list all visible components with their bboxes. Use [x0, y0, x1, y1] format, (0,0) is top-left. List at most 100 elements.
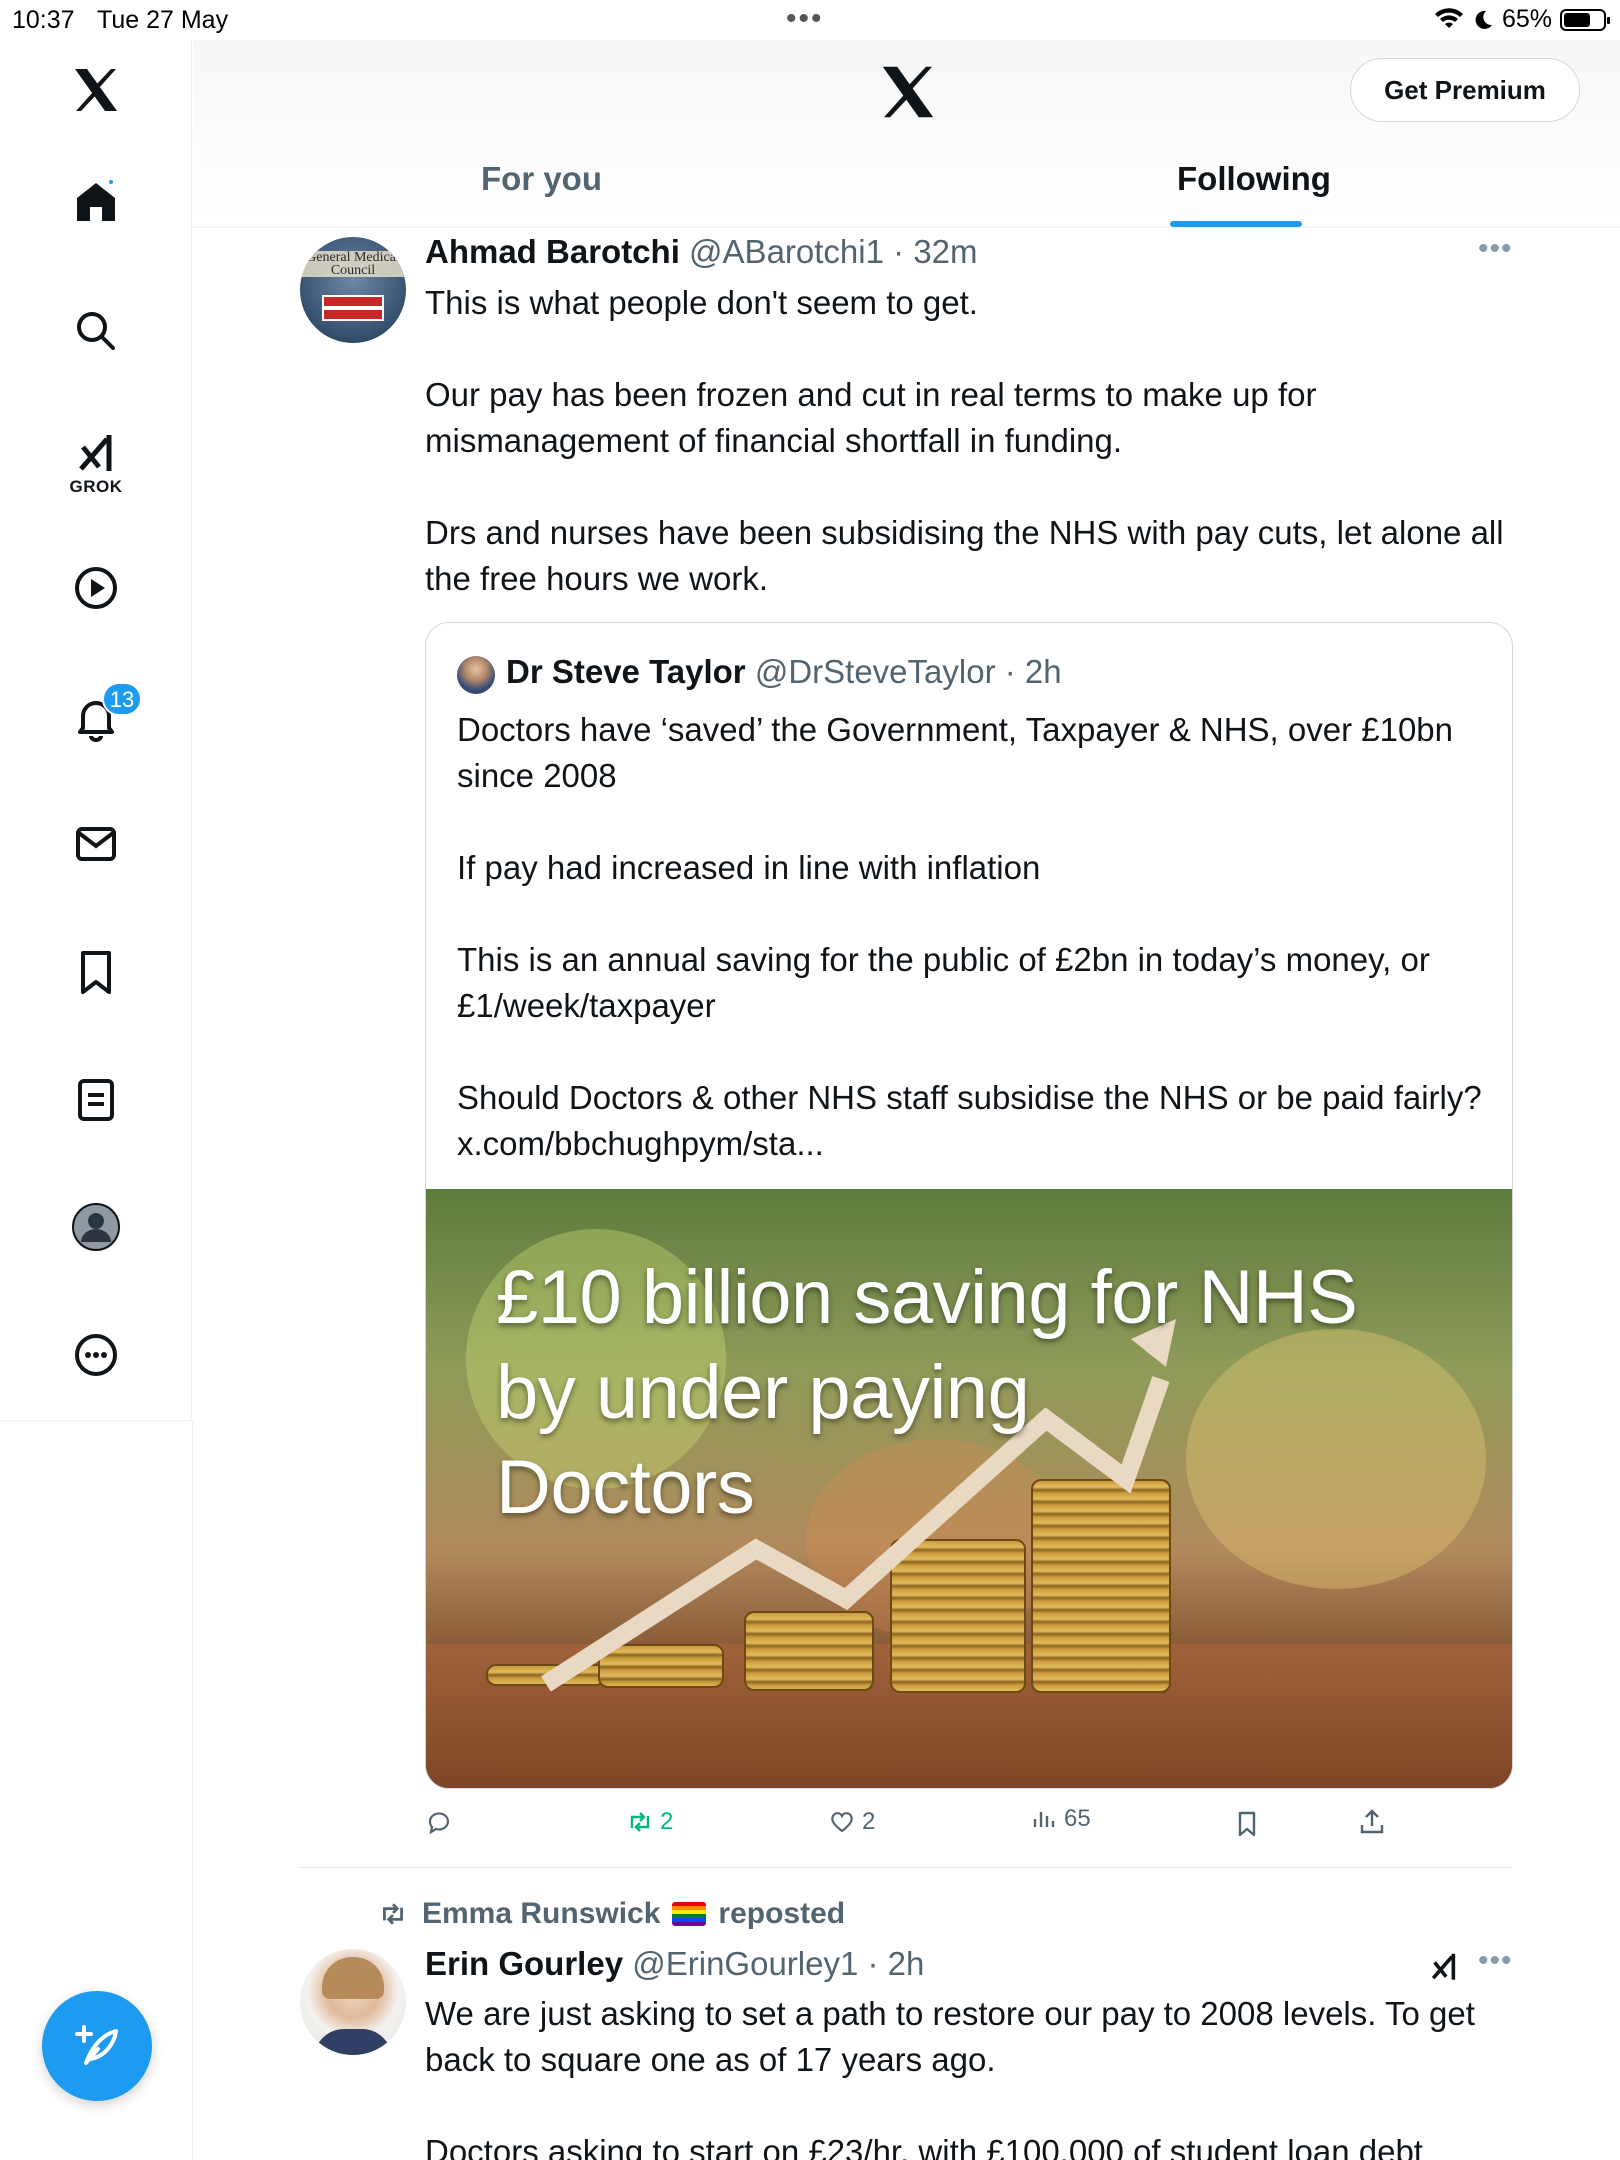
tweet-text: This is what people don't seem to get. O… [425, 280, 1505, 602]
compose-post-button[interactable] [42, 1991, 152, 2101]
tweet-time[interactable]: 2h [888, 1945, 925, 1982]
quoted-tweet-image[interactable]: £10 billion saving for NHS by under payi… [426, 1189, 1512, 1788]
quoted-tweet-card[interactable]: Dr Steve Taylor @DrSteveTaylor · 2h Doct… [425, 622, 1513, 1789]
meta-separator: · [883, 233, 914, 270]
author-name[interactable]: Erin Gourley [425, 1945, 623, 1982]
repost-label: reposted [718, 1897, 846, 1930]
author-handle[interactable]: @ABarotchi1 [689, 233, 884, 270]
like-count: 2 [862, 1808, 876, 1835]
tweet-meta: Ahmad Barotchi @ABarotchi1 · 32m [425, 233, 978, 271]
x-logo-svg [75, 69, 117, 111]
quoted-author-handle[interactable]: @DrSteveTaylor [755, 653, 996, 690]
nav-home[interactable] [56, 162, 136, 242]
author-avatar[interactable]: General Medical Council [300, 237, 406, 343]
author-handle[interactable]: @ErinGourley1 [632, 1945, 858, 1982]
avatar-sign [322, 295, 384, 321]
nav-explore[interactable] [56, 291, 136, 371]
wifi-icon [1434, 7, 1463, 28]
quoted-tweet-time[interactable]: 2h [1025, 653, 1062, 690]
like-button[interactable]: 2 [828, 1808, 875, 1836]
nav-bookmarks[interactable] [56, 932, 136, 1012]
bookmark-button[interactable] [1233, 1810, 1261, 1838]
tweet-divider [300, 1867, 1513, 1868]
author-name[interactable]: Ahmad Barotchi [425, 233, 680, 270]
tweet-time[interactable]: 32m [913, 233, 977, 270]
tweet-text: We are just asking to set a path to rest… [425, 1991, 1515, 2160]
reply-button[interactable] [425, 1808, 459, 1836]
tweet-paragraph: Our pay has been frozen and cut in real … [425, 376, 1317, 459]
views-chart-icon [1033, 1812, 1055, 1827]
sidebar-border [192, 1420, 193, 2160]
avatar-logo-text: General Medical Council [300, 251, 406, 278]
quoted-author-avatar[interactable] [457, 656, 495, 694]
status-right: 65% [1434, 5, 1610, 34]
author-avatar[interactable] [300, 1949, 406, 2055]
quoted-paragraph: Doctors have ‘saved’ the Government, Tax… [457, 711, 1454, 794]
active-tab-indicator [1170, 221, 1302, 227]
tweet-paragraph: Doctors asking to start on £23/hr, with … [425, 2133, 1423, 2160]
get-premium-button[interactable]: Get Premium [1350, 58, 1580, 122]
repost-icon [630, 1812, 650, 1832]
nav-more[interactable] [56, 1315, 136, 1395]
status-date: Tue 27 May [97, 6, 229, 34]
tweet-meta: Erin Gourley @ErinGourley1 · 2h [425, 1945, 924, 1983]
multitasking-dots-icon[interactable]: ••• [786, 2, 824, 36]
reply-icon [428, 1812, 450, 1835]
tab-for-you[interactable]: For you [481, 160, 602, 198]
meta-separator: · [858, 1945, 888, 1982]
quoted-paragraph: Should Doctors & other NHS staff subsidi… [457, 1079, 1482, 1162]
battery-icon [1560, 8, 1610, 31]
views-button[interactable]: 65 [1030, 1805, 1091, 1833]
nav-messages[interactable] [56, 804, 136, 884]
tweet-paragraph: We are just asking to set a path to rest… [425, 1995, 1475, 2078]
quoted-paragraph: This is an annual saving for the public … [457, 941, 1430, 1024]
repost-count: 2 [660, 1808, 674, 1835]
search-icon [77, 312, 115, 350]
share-icon [1360, 1809, 1384, 1834]
avatar-shirt [314, 2029, 392, 2055]
x-logo-icon[interactable] [878, 62, 938, 122]
image-caption-line: Doctors [496, 1445, 755, 1530]
more-options-icon[interactable]: ••• [1478, 232, 1513, 266]
nav-videos[interactable] [56, 548, 136, 628]
list-icon [78, 1079, 114, 1121]
nav-lists[interactable] [56, 1060, 136, 1140]
status-bar: 10:37 Tue 27 May ••• 65% [0, 0, 1620, 40]
profile-avatar-icon [72, 1203, 120, 1251]
notification-badge: 13 [102, 682, 142, 716]
bookmark-icon [1238, 1811, 1256, 1837]
view-count: 65 [1064, 1805, 1091, 1832]
sidebar-divider [0, 1420, 192, 1421]
image-caption-line: £10 billion saving for NHS [496, 1255, 1358, 1340]
more-options-icon[interactable]: ••• [1478, 1944, 1513, 1978]
grok-icon [79, 435, 112, 471]
status-time: 10:37 [12, 6, 75, 34]
home-icon [77, 180, 115, 221]
play-icon [75, 567, 117, 609]
quoted-tweet-meta: Dr Steve Taylor @DrSteveTaylor · 2h [506, 653, 1062, 691]
meta-separator: · [995, 653, 1025, 690]
quoted-tweet-text: Doctors have ‘saved’ the Government, Tax… [457, 707, 1497, 1167]
nav-profile[interactable] [56, 1187, 136, 1267]
heart-icon [831, 1812, 853, 1833]
grok-icon[interactable] [1426, 1948, 1462, 1984]
repost-icon [383, 1903, 403, 1925]
bookmark-icon [81, 951, 111, 994]
reposter-name[interactable]: Emma Runswick [422, 1897, 660, 1931]
mail-icon [76, 827, 116, 861]
do-not-disturb-moon-icon [1475, 10, 1492, 29]
repost-context[interactable]: Emma Runswick reposted [376, 1897, 845, 1931]
x-logo-icon[interactable] [56, 50, 136, 130]
quoted-author-name[interactable]: Dr Steve Taylor [506, 653, 746, 690]
more-circle-icon [75, 1334, 117, 1376]
timeline-header: Get Premium For you Following [193, 40, 1620, 228]
tweet-paragraph: Drs and nurses have been subsidising the… [425, 514, 1504, 597]
battery-percent: 65% [1501, 5, 1552, 33]
image-caption-line: by under paying [496, 1350, 1030, 1435]
compose-feather-icon [75, 2025, 118, 2065]
avatar-hair [322, 1957, 384, 1999]
quoted-paragraph: If pay had increased in line with inflat… [457, 849, 1041, 886]
tab-following[interactable]: Following [1177, 160, 1331, 198]
repost-button[interactable]: 2 [626, 1808, 673, 1836]
share-button[interactable] [1358, 1808, 1386, 1836]
